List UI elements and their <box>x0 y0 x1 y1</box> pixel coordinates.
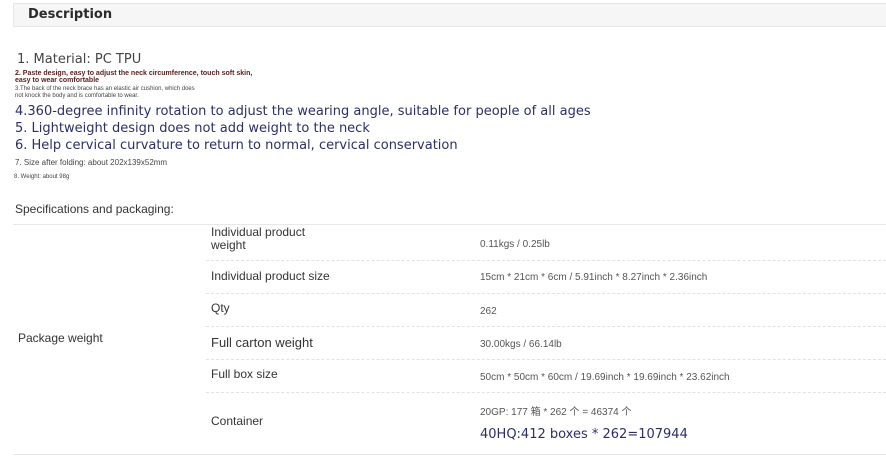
spec-key: Container <box>211 414 264 428</box>
specs-table: Package weight Individual product weight… <box>13 224 886 455</box>
desc-line-3: 3.The back of the neck brace has an elas… <box>15 86 195 100</box>
description-title: Description <box>28 7 113 22</box>
spec-value: 30.00kgs / 66.14lb <box>480 339 562 350</box>
desc-line-4: 4.360-degree infinity rotation to adjust… <box>15 104 591 119</box>
desc-line-2: 2. Paste design, easy to adjust the neck… <box>15 70 252 84</box>
spec-value: 262 <box>480 306 497 317</box>
desc-line-1: 1. Material: PC TPU <box>17 52 142 67</box>
desc-line-7: 7. Size after folding: about 202x139x52m… <box>15 158 168 167</box>
desc-line-6: 6. Help cervical curvature to return to … <box>15 138 458 153</box>
spec-value: 50cm * 50cm * 60cm / 19.69inch * 19.69in… <box>480 372 730 383</box>
spec-key: Full carton weight <box>211 335 313 350</box>
spec-row-weight: Individual product weight 0.11kgs / 0.25… <box>206 225 886 261</box>
desc-line-5: 5. Lightweight design does not add weigh… <box>15 121 370 136</box>
desc-line-3b: not knock the body and is comfortable to… <box>15 93 139 99</box>
spec-value-line2: 40HQ:412 boxes * 262=107944 <box>480 427 688 442</box>
desc-line-8: 8. Weight: about 98g <box>14 174 70 180</box>
spec-key-line2: weight <box>211 238 246 252</box>
spec-row-qty: Qty 262 <box>206 294 886 327</box>
desc-line-2a: 2. Paste design, easy to adjust the neck… <box>15 70 253 77</box>
desc-line-2b: easy to wear comfortable <box>15 77 100 84</box>
spec-row-box-size: Full box size 50cm * 50cm * 60cm / 19.69… <box>206 360 886 393</box>
package-weight-label: Package weight <box>18 331 103 345</box>
spec-row-container: Container 20GP: 177 箱 * 262 个 = 46374 个 … <box>206 393 886 455</box>
spec-value: 15cm * 21cm * 6cm / 5.91inch * 8.27inch … <box>480 272 708 283</box>
description-header: Description <box>13 3 886 27</box>
desc-line-3a: 3.The back of the neck brace has an elas… <box>15 86 195 92</box>
spec-value: 0.11kgs / 0.25lb <box>480 239 550 250</box>
spec-value-line1: 20GP: 177 箱 * 262 个 = 46374 个 <box>480 407 632 418</box>
spec-key: Individual product weight <box>211 226 305 252</box>
spec-row-size: Individual product size 15cm * 21cm * 6c… <box>206 261 886 294</box>
spec-row-carton-weight: Full carton weight 30.00kgs / 66.14lb <box>206 327 886 360</box>
spec-key: Individual product size <box>211 269 330 283</box>
spec-key: Qty <box>211 301 230 315</box>
specs-title: Specifications and packaging: <box>15 202 174 216</box>
spec-key: Full box size <box>211 367 278 381</box>
